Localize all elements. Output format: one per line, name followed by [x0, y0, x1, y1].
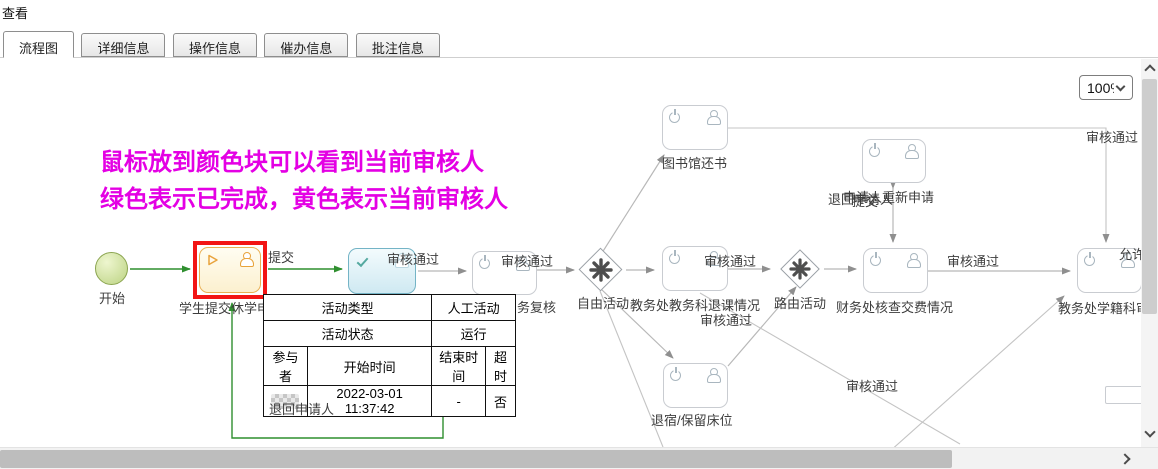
horizontal-scrollbar[interactable]	[0, 447, 1158, 469]
edge-label-approved-5: 审核通过	[1086, 127, 1138, 146]
tab-operations[interactable]: 操作信息	[173, 33, 257, 57]
chevron-right-icon	[1119, 453, 1130, 464]
power-icon	[870, 255, 881, 266]
annotation-line1: 鼠标放到颜色块可以看到当前审核人	[100, 144, 508, 181]
scroll-right-button[interactable]	[1112, 448, 1138, 469]
tooltip-state-value: 运行	[432, 321, 516, 347]
node-library-return[interactable]	[662, 105, 728, 150]
person-icon	[906, 253, 920, 266]
vertical-scrollbar[interactable]	[1141, 59, 1158, 447]
flowchart-panel: 开始 学生提交休学申请 务复核	[0, 57, 1158, 469]
tooltip-end-cell: -	[432, 386, 486, 417]
edge-label-approved-6: 审核通过	[700, 310, 752, 329]
asterisk-icon	[789, 258, 811, 280]
play-icon	[206, 253, 220, 272]
node-dorm-checkout-label: 退宿/保留床位	[651, 410, 733, 429]
workflow-viewer-window: 查看 流程图 详细信息 操作信息 催办信息 批注信息	[0, 0, 1158, 469]
check-icon	[357, 255, 369, 267]
node-review-recheck-label: 务复核	[517, 297, 556, 316]
tooltip-state-key: 活动状态	[264, 321, 432, 347]
node-finance-check-label: 财务处核查交费情况	[836, 297, 953, 316]
current-node-highlight	[193, 241, 267, 299]
edge-label-approved-2: 审核通过	[501, 251, 553, 270]
scroll-up-button[interactable]	[1141, 59, 1158, 77]
asterisk-icon	[589, 258, 613, 282]
node-library-return-label: 图书馆还书	[662, 153, 727, 172]
tooltip-header-start: 开始时间	[307, 347, 431, 386]
tooltip-header-end: 结束时间	[432, 347, 486, 386]
horizontal-scroll-thumb[interactable]	[0, 450, 952, 468]
node-routing-label: 路由活动	[774, 293, 826, 312]
tooltip-header-participant: 参与者	[264, 347, 308, 386]
node-start[interactable]	[95, 252, 128, 285]
edge-label-return-bottom: 退回申请人	[269, 399, 334, 418]
node-finance-check[interactable]	[863, 248, 928, 293]
node-student-submit[interactable]	[199, 247, 261, 293]
power-icon	[479, 258, 490, 269]
tooltip-type-key: 活动类型	[264, 295, 432, 321]
annotation-text: 鼠标放到颜色块可以看到当前审核人 绿色表示已完成，黄色表示当前审核人	[100, 144, 508, 218]
edge-label-approved-3: 审核通过	[704, 251, 756, 270]
page-title: 查看	[2, 3, 28, 22]
tab-annotations[interactable]: 批注信息	[356, 33, 440, 57]
zoom-select[interactable]: 100%	[1079, 75, 1133, 100]
node-start-label: 开始	[99, 288, 125, 307]
person-icon	[706, 110, 720, 123]
tooltip-header-row: 参与者 开始时间 结束时间 超时	[264, 347, 516, 386]
tab-details[interactable]: 详细信息	[81, 33, 165, 57]
chevron-down-icon	[1144, 426, 1155, 437]
chevron-down-icon	[1116, 82, 1126, 92]
zoom-value: 100%	[1087, 80, 1114, 96]
tab-bar: 流程图 详细信息 操作信息 催办信息 批注信息	[0, 30, 1158, 58]
tooltip-overtime-cell: 否	[486, 386, 516, 417]
person-icon	[239, 252, 253, 265]
tooltip-row-type: 活动类型 人工活动	[264, 295, 516, 321]
node-dorm-checkout[interactable]	[663, 363, 728, 408]
node-reapply-label: 申请人重新申请	[843, 187, 934, 206]
power-icon	[669, 253, 680, 264]
chevron-up-icon	[1144, 64, 1155, 75]
tooltip-header-overtime: 超时	[486, 347, 516, 386]
tooltip-row-state: 活动状态 运行	[264, 321, 516, 347]
power-icon	[869, 146, 880, 157]
node-free-activity-label: 自由活动	[577, 293, 629, 312]
tooltip-type-value: 人工活动	[432, 295, 516, 321]
scroll-down-button[interactable]	[1141, 424, 1158, 442]
tab-reminders[interactable]: 催办信息	[264, 33, 348, 57]
edge-label-approved-7: 审核通过	[846, 376, 898, 395]
power-icon	[670, 370, 681, 381]
power-icon	[669, 112, 680, 123]
power-icon	[1084, 255, 1095, 266]
node-reapply[interactable]	[862, 139, 926, 183]
edge-label-approved-1: 审核通过	[387, 249, 439, 268]
vertical-scroll-thumb[interactable]	[1142, 79, 1157, 314]
person-icon	[904, 144, 918, 157]
tab-flowchart[interactable]: 流程图	[3, 31, 74, 58]
edge-label-submit: 提交	[268, 247, 294, 266]
person-icon	[706, 368, 720, 381]
annotation-line2: 绿色表示已完成，黄色表示当前审核人	[100, 181, 508, 218]
edge-label-approved-4: 审核通过	[947, 251, 999, 270]
